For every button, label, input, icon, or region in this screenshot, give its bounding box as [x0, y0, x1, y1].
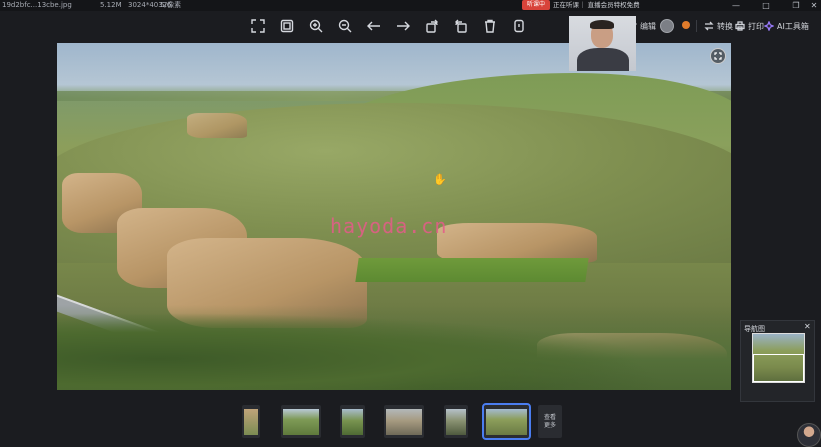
- image-dimensions: 3024*4032像素: [128, 1, 182, 9]
- print-button[interactable]: 打印: [735, 18, 764, 34]
- live-badge[interactable]: 听课中: [522, 0, 550, 10]
- file-size: 5.12M: [100, 1, 122, 9]
- presenter-hair: [590, 20, 614, 29]
- ai-icon: [764, 21, 774, 31]
- expand-icon[interactable]: [710, 48, 726, 64]
- photo-field: [355, 258, 589, 282]
- more-icon[interactable]: [509, 16, 529, 36]
- maximize-icon[interactable]: □: [760, 0, 772, 11]
- close-icon[interactable]: ✕: [808, 0, 820, 11]
- navigator-viewport-frame[interactable]: [753, 354, 804, 382]
- thumbnail[interactable]: [281, 405, 321, 438]
- thumbnail[interactable]: [340, 405, 365, 438]
- assistant-avatar[interactable]: [797, 423, 821, 447]
- webcam-overlay[interactable]: [569, 16, 636, 71]
- rotate-right-icon[interactable]: [422, 16, 442, 36]
- convert-button[interactable]: 转换: [704, 18, 733, 34]
- delete-icon[interactable]: [480, 16, 500, 36]
- arrow-left-icon[interactable]: [364, 16, 384, 36]
- thumbnail[interactable]: [242, 405, 260, 438]
- presenter-body: [577, 48, 629, 71]
- file-name: 19d2bfc...13cbe.jpg: [2, 1, 72, 9]
- navigator-panel: 导航图 ✕: [740, 320, 815, 402]
- zoom-out-icon[interactable]: [335, 16, 355, 36]
- thumbnail[interactable]: [444, 405, 468, 438]
- watermark-text: hayoda.cn: [330, 214, 448, 238]
- hand-cursor-icon: ✋: [433, 173, 447, 186]
- title-bar: 19d2bfc...13cbe.jpg 5.12M 3024*4032像素 5/…: [0, 0, 821, 11]
- ai-toolbox-button[interactable]: AI工具箱: [764, 18, 809, 34]
- convert-icon: [704, 21, 714, 31]
- arrow-right-icon[interactable]: [393, 16, 413, 36]
- photo-cliff: [437, 223, 597, 263]
- more-label: 查看: [543, 413, 556, 421]
- photo-trees: [57, 305, 731, 390]
- edit-label: 编辑: [640, 21, 656, 31]
- user-avatar[interactable]: [660, 19, 674, 33]
- convert-label: 转换: [717, 21, 733, 31]
- live-status-text[interactable]: 正在听课｜ 直播会员特权免费: [553, 0, 640, 11]
- more-label-2: 更多: [543, 421, 556, 429]
- more-thumbnails-button[interactable]: 查看 更多: [538, 405, 562, 438]
- fit-window-icon[interactable]: [277, 16, 297, 36]
- navigator-close-icon[interactable]: ✕: [804, 322, 811, 331]
- image-index: 5/6: [160, 1, 172, 9]
- minimize-icon[interactable]: —: [730, 0, 742, 11]
- print-icon: [735, 21, 745, 31]
- toolbar-divider: [696, 20, 697, 32]
- photo-cliff: [187, 113, 247, 138]
- notification-dot[interactable]: [682, 21, 690, 29]
- ai-label: AI工具箱: [777, 21, 809, 31]
- zoom-in-icon[interactable]: [306, 16, 326, 36]
- fullscreen-icon[interactable]: [248, 16, 268, 36]
- restore-icon[interactable]: ❐: [790, 0, 802, 11]
- rotate-left-icon[interactable]: [451, 16, 471, 36]
- print-label: 打印: [748, 21, 764, 31]
- thumbnail[interactable]: [384, 405, 424, 438]
- thumbnail-active[interactable]: [482, 403, 531, 440]
